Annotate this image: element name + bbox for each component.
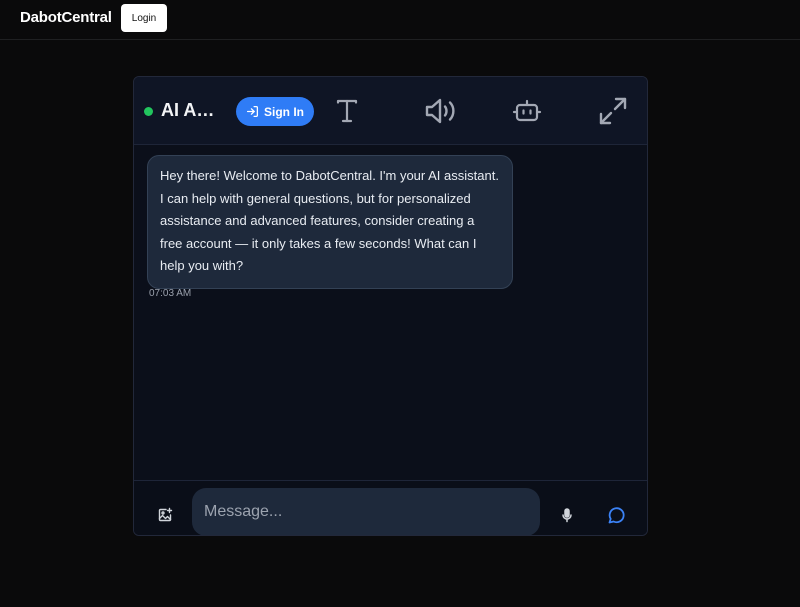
top-nav: DabotCentral Login	[0, 0, 800, 40]
message-composer	[134, 480, 647, 535]
message-input[interactable]	[192, 488, 540, 535]
bot-icon[interactable]	[511, 95, 543, 127]
microphone-icon[interactable]	[560, 507, 574, 523]
chat-header: AI Assistant Sign In	[134, 77, 647, 145]
message-timestamp: 07:03 AM	[149, 288, 192, 299]
chat-widget: AI Assistant Sign In	[133, 76, 648, 536]
chat-title: AI Assistant	[161, 100, 223, 120]
image-upload-icon[interactable]	[157, 507, 173, 523]
sign-in-button[interactable]: Sign In	[236, 97, 314, 126]
speaker-icon[interactable]	[424, 95, 460, 127]
sign-in-icon	[246, 105, 259, 118]
message-list[interactable]: Hey there! Welcome to DabotCentral. I'm …	[134, 146, 647, 481]
send-message-icon[interactable]	[606, 506, 626, 526]
expand-icon[interactable]	[597, 95, 629, 127]
online-status-indicator	[144, 107, 153, 116]
login-button[interactable]: Login	[121, 4, 167, 32]
text-size-icon[interactable]	[331, 95, 363, 127]
sign-in-label: Sign In	[264, 104, 304, 119]
assistant-message: Hey there! Welcome to DabotCentral. I'm …	[147, 155, 513, 289]
brand-logo[interactable]: DabotCentral	[20, 9, 112, 26]
